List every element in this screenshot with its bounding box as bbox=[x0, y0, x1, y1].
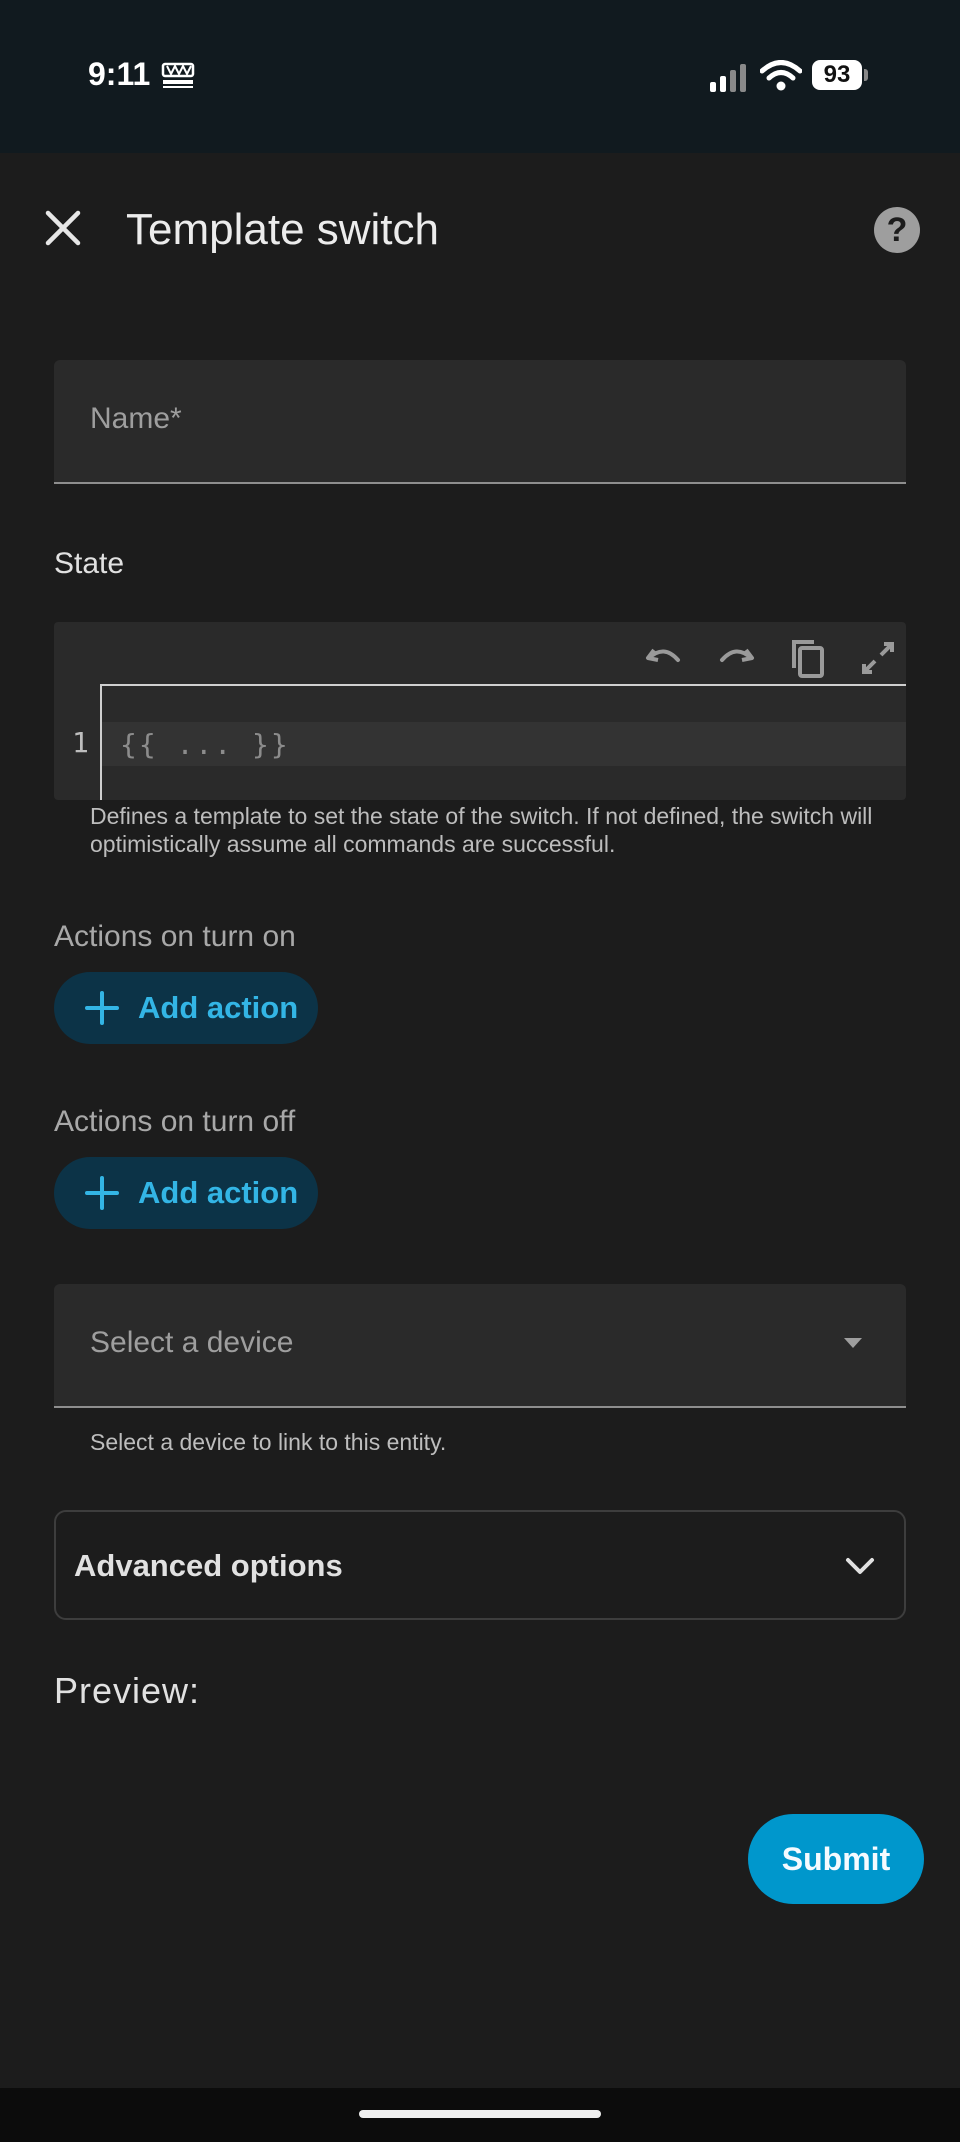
add-action-turn-off-button[interactable]: Add action bbox=[54, 1157, 318, 1229]
state-label: State bbox=[54, 547, 125, 580]
advanced-options-label: Advanced options bbox=[74, 1548, 343, 1583]
copy-icon[interactable] bbox=[780, 630, 836, 686]
dialog-title: Template switch bbox=[126, 205, 440, 254]
add-action-label: Add action bbox=[138, 1175, 299, 1210]
name-placeholder: Name* bbox=[90, 402, 182, 435]
device-helper-text: Select a device to link to this entity. bbox=[90, 1429, 447, 1455]
code-placeholder: {{ ... }} bbox=[120, 728, 290, 761]
owna-app-icon bbox=[161, 62, 195, 88]
submit-button[interactable]: Submit bbox=[748, 1814, 924, 1904]
device-select[interactable]: Select a device bbox=[54, 1284, 906, 1408]
status-time: 9:11 bbox=[88, 56, 151, 92]
advanced-options-expander[interactable]: Advanced options bbox=[54, 1510, 906, 1620]
help-icon[interactable]: ? bbox=[874, 207, 920, 253]
wifi-icon bbox=[760, 60, 802, 91]
preview-label: Preview: bbox=[54, 1670, 201, 1711]
state-template-editor[interactable]: 1 {{ ... }} bbox=[54, 622, 906, 800]
fullscreen-icon[interactable] bbox=[850, 630, 906, 686]
add-action-label: Add action bbox=[138, 990, 299, 1025]
dialog-header: Template switch ? bbox=[0, 153, 960, 303]
dropdown-arrow-icon bbox=[844, 1338, 862, 1348]
home-indicator[interactable] bbox=[359, 2110, 601, 2118]
signal-icon bbox=[710, 64, 746, 92]
undo-icon[interactable] bbox=[636, 630, 692, 686]
battery-level: 93 bbox=[812, 60, 862, 90]
turn-off-label: Actions on turn off bbox=[54, 1105, 296, 1138]
navigation-bar bbox=[0, 2088, 960, 2142]
battery-icon: 93 bbox=[812, 60, 868, 90]
chevron-down-icon bbox=[846, 1558, 874, 1574]
add-action-turn-on-button[interactable]: Add action bbox=[54, 972, 318, 1044]
plus-icon bbox=[85, 991, 119, 1025]
close-icon[interactable] bbox=[38, 203, 88, 253]
plus-icon bbox=[85, 1176, 119, 1210]
name-field[interactable]: Name* bbox=[54, 360, 906, 484]
device-placeholder: Select a device bbox=[90, 1326, 294, 1359]
turn-on-label: Actions on turn on bbox=[54, 920, 296, 953]
redo-icon[interactable] bbox=[708, 630, 764, 686]
line-number: 1 bbox=[72, 726, 89, 759]
status-bar: 9:11 93 bbox=[0, 0, 960, 153]
state-helper-text: Defines a template to set the state of t… bbox=[90, 803, 873, 857]
